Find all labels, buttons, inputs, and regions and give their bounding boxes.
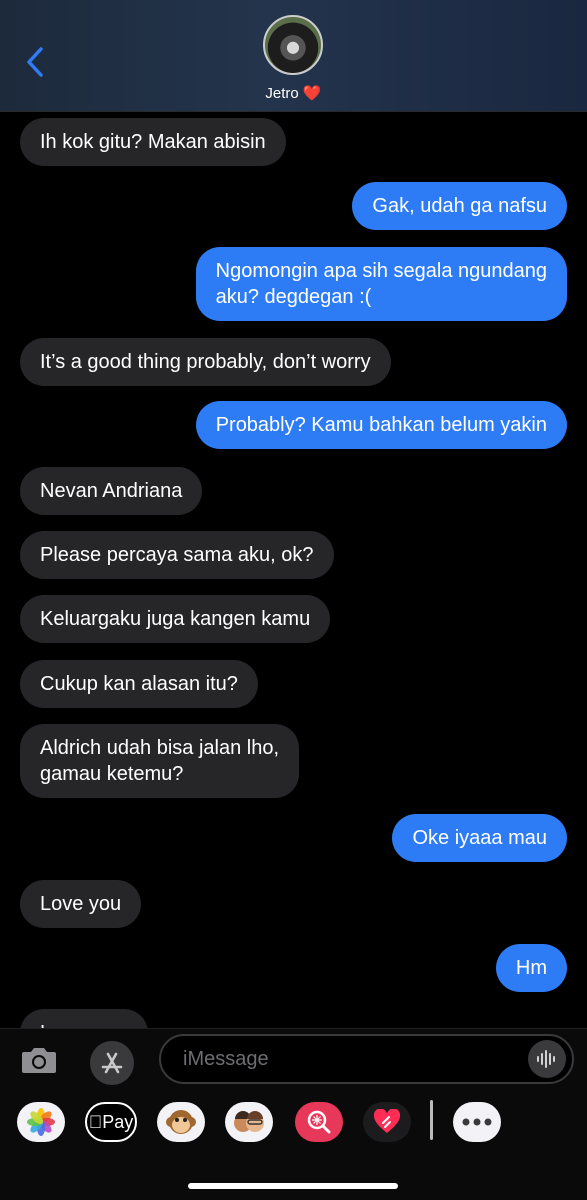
message-input[interactable]: iMessage <box>159 1034 574 1084</box>
memoji-stickers-icon[interactable] <box>225 1102 273 1142</box>
more-apps-icon[interactable] <box>453 1102 501 1142</box>
message-bubble-outgoing[interactable]: Ngomongin apa sih segala ngundang aku? d… <box>195 247 567 321</box>
message-bubble-outgoing[interactable]: Hm <box>495 944 567 992</box>
message-bubble-incoming[interactable]: It’s a good thing probably, don’t worry <box>20 338 391 386</box>
apple-pay-label: Pay <box>95 1111 133 1132</box>
app-drawer: Pay <box>0 1090 587 1200</box>
message-bubble-incoming[interactable]: Please percaya sama aku, ok? <box>20 531 334 579</box>
home-indicator[interactable] <box>188 1183 398 1189</box>
message-bubble-incoming[interactable]: Cukup kan alasan itu? <box>20 660 258 708</box>
message-bubble-incoming[interactable]: Aldrich udah bisa jalan lho, gamau ketem… <box>20 724 300 798</box>
message-bubble-outgoing[interactable]: Probably? Kamu bahkan belum yakin <box>195 401 567 449</box>
message-bubble-outgoing[interactable]: Gak, udah ga nafsu <box>352 182 567 230</box>
audio-waveform-icon[interactable] <box>528 1040 566 1078</box>
app-drawer-divider <box>430 1100 433 1140</box>
message-bubble-incoming[interactable]: Love you <box>20 880 142 928</box>
apple-pay-app-icon[interactable]: Pay <box>85 1102 137 1142</box>
contact-name[interactable]: Jetro ❤️ <box>0 84 587 102</box>
message-bubble-incoming[interactable]: Keluargaku juga kangen kamu <box>20 595 331 643</box>
message-bubble-incoming[interactable]: L <box>20 1009 148 1028</box>
contact-avatar[interactable] <box>263 15 323 75</box>
image-search-app-icon[interactable] <box>295 1102 343 1142</box>
monkey-memoji-icon[interactable] <box>157 1102 205 1142</box>
message-bubble-outgoing[interactable]: Oke iyaaa mau <box>392 814 567 862</box>
back-chevron-icon[interactable] <box>22 46 48 78</box>
message-bubble-incoming[interactable]: Nevan Andriana <box>20 467 203 515</box>
camera-icon[interactable] <box>20 1043 58 1077</box>
digital-touch-heart-icon[interactable] <box>363 1102 411 1142</box>
message-thread: Ih kok gitu? Makan abisin Gak, udah ga n… <box>0 111 587 1028</box>
message-bubble-incoming[interactable]: Ih kok gitu? Makan abisin <box>20 118 286 166</box>
message-composer: iMessage <box>0 1028 587 1091</box>
conversation-header: Jetro ❤️ <box>0 0 587 112</box>
app-store-icon[interactable] <box>90 1041 134 1085</box>
photos-app-icon[interactable] <box>17 1102 65 1142</box>
